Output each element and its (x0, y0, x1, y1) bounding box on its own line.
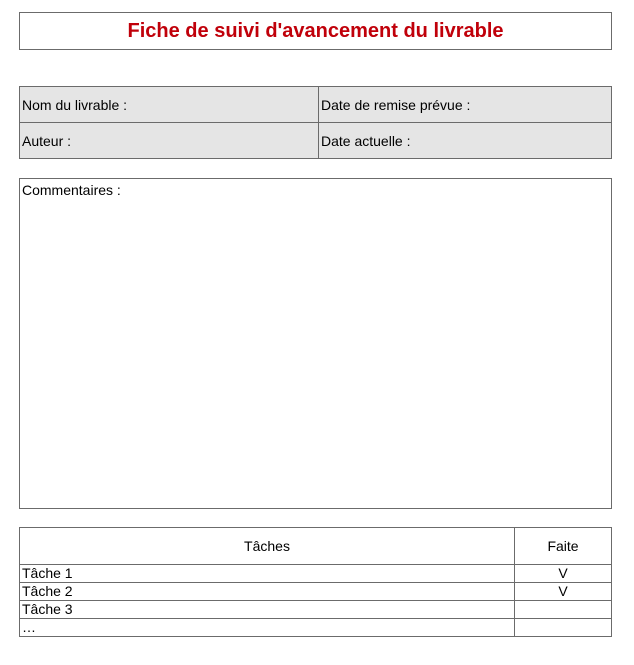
task-cell[interactable]: … (19, 618, 515, 637)
task-cell[interactable]: Tâche 2 (19, 582, 515, 601)
title-box: Fiche de suivi d'avancement du livrable (19, 12, 612, 50)
table-row: Tâche 3 (19, 600, 612, 619)
done-cell[interactable] (514, 600, 612, 619)
tasks-header-row: Tâches Faite (19, 527, 612, 565)
done-cell[interactable]: V (514, 582, 612, 601)
comments-box[interactable]: Commentaires : (19, 178, 612, 509)
due-date-cell[interactable]: Date de remise prévue : (318, 86, 612, 123)
table-row: Tâche 2 V (19, 582, 612, 601)
deliverable-info-table: Nom du livrable : Date de remise prévue … (19, 86, 612, 159)
table-row: … (19, 618, 612, 637)
info-row-2: Auteur : Date actuelle : (19, 122, 612, 159)
page-title: Fiche de suivi d'avancement du livrable (127, 19, 504, 42)
info-row-1: Nom du livrable : Date de remise prévue … (19, 86, 612, 123)
author-cell[interactable]: Auteur : (19, 122, 319, 159)
task-cell[interactable]: Tâche 3 (19, 600, 515, 619)
done-cell[interactable]: V (514, 564, 612, 583)
tasks-table: Tâches Faite Tâche 1 V Tâche 2 V Tâche 3… (19, 527, 612, 637)
comments-label: Commentaires : (22, 182, 121, 198)
deliverable-name-cell[interactable]: Nom du livrable : (19, 86, 319, 123)
done-column-header: Faite (514, 527, 612, 565)
table-row: Tâche 1 V (19, 564, 612, 583)
task-cell[interactable]: Tâche 1 (19, 564, 515, 583)
tasks-column-header: Tâches (19, 527, 515, 565)
done-cell[interactable] (514, 618, 612, 637)
current-date-cell[interactable]: Date actuelle : (318, 122, 612, 159)
